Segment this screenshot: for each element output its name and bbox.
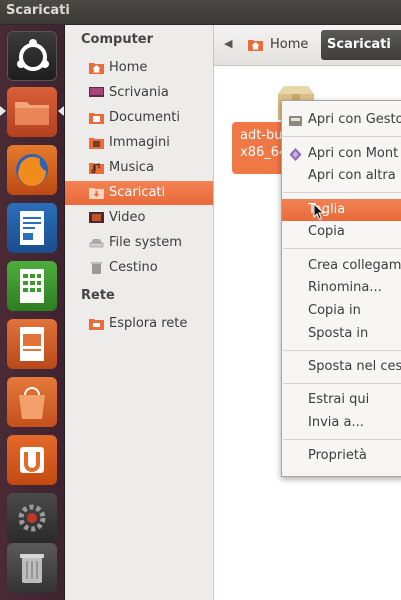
downloads-icon xyxy=(89,188,104,199)
launcher xyxy=(0,25,65,600)
firefox-icon[interactable] xyxy=(7,145,57,195)
sidebar-item-musica[interactable]: Musica xyxy=(65,156,213,180)
menu-separator xyxy=(283,383,401,384)
sidebar-item-scaricati[interactable]: Scaricati xyxy=(65,181,213,205)
window-title: Scaricati xyxy=(6,3,70,18)
sidebar-item-immagini[interactable]: Immagini xyxy=(65,131,213,155)
menu-item-invia-a[interactable]: Invia a... xyxy=(282,412,401,434)
videos-icon xyxy=(89,212,104,223)
path-bar: ◀ Home Scaricati xyxy=(214,25,401,66)
impress-icon[interactable] xyxy=(7,319,57,369)
software-center-icon[interactable] xyxy=(7,377,57,427)
disk-mounter-icon xyxy=(289,148,302,161)
menu-item-proprieta[interactable]: Proprietà xyxy=(282,445,401,467)
pictures-icon xyxy=(89,138,104,149)
drive-icon xyxy=(89,239,104,248)
sidebar-item-video[interactable]: Video xyxy=(65,206,213,230)
menu-separator xyxy=(283,350,401,351)
menu-item-sposta-in[interactable]: Sposta in xyxy=(282,323,401,345)
breadcrumb-current[interactable]: Scaricati xyxy=(321,30,401,60)
trash-icon xyxy=(91,262,102,274)
sidebar-item-home[interactable]: Home xyxy=(65,56,213,80)
menu-item-crea-collegamento[interactable]: Crea collegam xyxy=(282,255,401,277)
sidebar-item-file-system[interactable]: File system xyxy=(65,231,213,255)
menu-item-taglia[interactable]: Taglia xyxy=(282,199,401,221)
menu-item-estrai-qui[interactable]: Estrai qui xyxy=(282,389,401,411)
calc-icon[interactable] xyxy=(7,261,57,311)
home-folder-icon xyxy=(248,40,263,51)
active-indicator xyxy=(58,106,64,116)
ubuntu-logo-icon[interactable] xyxy=(7,31,57,81)
archive-manager-icon xyxy=(289,116,302,126)
trash-icon[interactable] xyxy=(7,543,57,593)
menu-item-rinomina[interactable]: Rinomina... xyxy=(282,277,401,299)
sidebar-item-documenti[interactable]: Documenti xyxy=(65,106,213,130)
sidebar-item-cestino[interactable]: Cestino xyxy=(65,256,213,280)
menu-separator xyxy=(283,248,401,249)
places-sidebar: Computer Home Scrivania Documenti Immagi… xyxy=(65,25,214,600)
chevron-left-icon[interactable]: ◀ xyxy=(224,37,232,50)
menu-item-apri-con-altra[interactable]: Apri con altra xyxy=(282,165,401,187)
menu-item-apri-con-gestore[interactable]: Apri con Gesto xyxy=(282,109,401,131)
running-indicator xyxy=(0,106,6,116)
writer-icon[interactable] xyxy=(7,203,57,253)
ubuntu-one-icon[interactable] xyxy=(7,435,57,485)
section-rete: Rete xyxy=(81,288,115,303)
menu-separator xyxy=(283,136,401,137)
sidebar-item-esplora-rete[interactable]: Esplora rete xyxy=(65,312,213,336)
menu-item-copia[interactable]: Copia xyxy=(282,221,401,243)
documents-icon xyxy=(89,113,104,124)
mouse-cursor-icon xyxy=(313,203,325,221)
section-computer: Computer xyxy=(81,32,154,47)
folder-icon[interactable] xyxy=(7,87,57,137)
menu-item-sposta-nel-cestino[interactable]: Sposta nel ces xyxy=(282,356,401,378)
menu-item-apri-con-mont[interactable]: Apri con Mont xyxy=(282,143,401,165)
top-panel: Scaricati xyxy=(0,0,401,25)
music-icon xyxy=(89,163,104,174)
home-folder-icon xyxy=(89,63,104,74)
menu-separator xyxy=(283,192,401,193)
menu-item-copia-in[interactable]: Copia in xyxy=(282,300,401,322)
network-icon xyxy=(89,319,104,330)
menu-separator xyxy=(283,439,401,440)
sidebar-item-scrivania[interactable]: Scrivania xyxy=(65,81,213,105)
desktop-icon xyxy=(89,87,104,97)
settings-icon[interactable] xyxy=(7,493,57,543)
context-menu: Apri con Gesto Apri con Mont Apri con al… xyxy=(281,100,401,477)
